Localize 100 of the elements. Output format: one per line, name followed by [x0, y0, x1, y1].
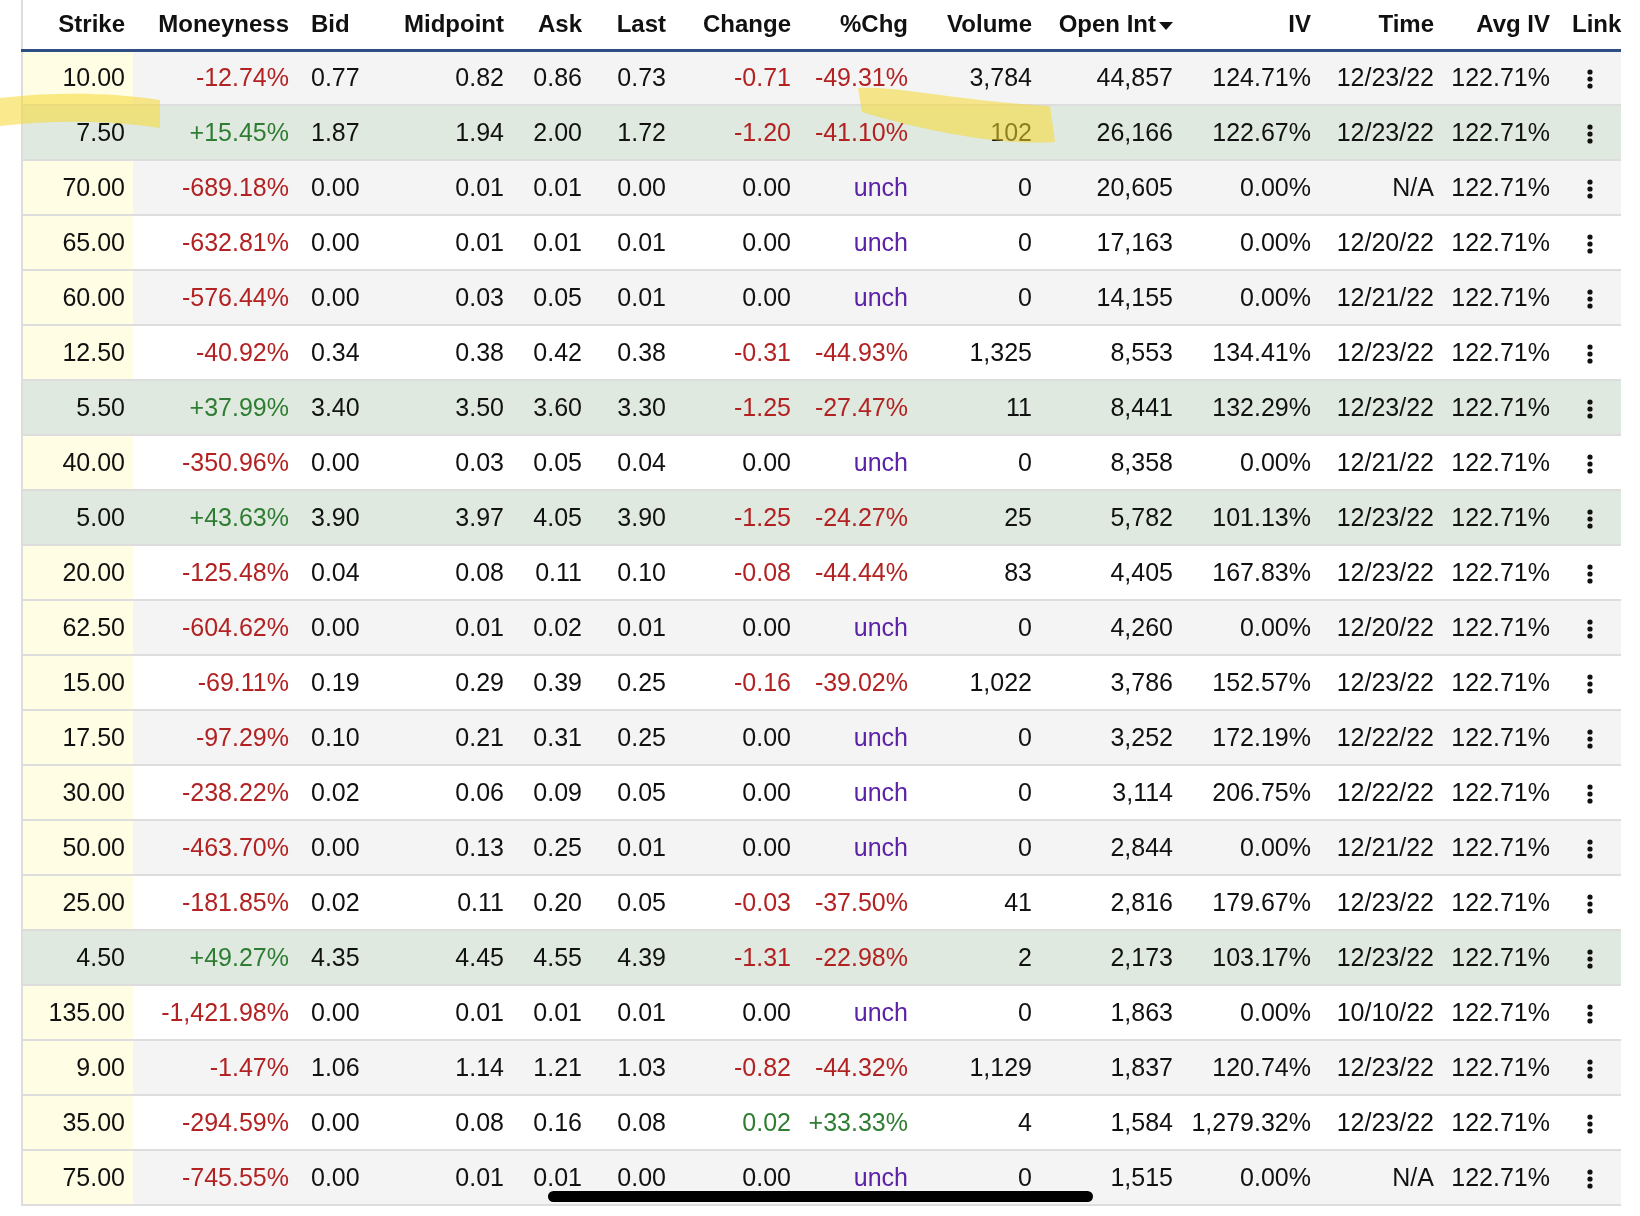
table-cell: 0.01	[617, 997, 666, 1026]
table-cell: 12/23/22	[1336, 117, 1434, 146]
table-cell: -632.81%	[181, 227, 289, 256]
table-cell: 40.00	[62, 447, 125, 476]
table-cell: 12/20/22	[1336, 227, 1434, 256]
table-cell: 0.00	[742, 1162, 791, 1191]
table-cell: 1,584	[1110, 1107, 1173, 1136]
table-cell: -22.98%	[814, 942, 908, 971]
table-cell: 70.00	[62, 172, 125, 201]
table-cell: 10/10/22	[1336, 997, 1434, 1026]
table-cell: 0.00	[311, 997, 360, 1026]
column-header[interactable]: Bid	[311, 10, 350, 38]
table-cell: 0	[1018, 722, 1032, 751]
table-cell: 102	[990, 117, 1032, 146]
table-cell: 3,252	[1110, 722, 1173, 751]
table-cell: 4.39	[617, 942, 666, 971]
table-cell: 2,173	[1110, 942, 1173, 971]
table-cell: -44.93%	[814, 337, 908, 366]
table-cell: 122.71%	[1451, 777, 1550, 806]
table-cell: unch	[853, 282, 908, 311]
column-header[interactable]: Ask	[537, 10, 582, 38]
table-cell: 124.71%	[1212, 63, 1311, 91]
table-cell: 1,279.32%	[1191, 1107, 1311, 1136]
column-header[interactable]: Volume	[947, 10, 1032, 38]
table-cell: 0.00%	[1240, 997, 1311, 1026]
column-header[interactable]: Midpoint	[404, 10, 504, 38]
table-cell: 4,405	[1110, 557, 1173, 586]
column-header[interactable]: Time	[1378, 10, 1434, 38]
table-cell: 0.08	[617, 1107, 666, 1136]
column-header[interactable]: Link	[1572, 10, 1622, 38]
table-cell: unch	[853, 832, 908, 861]
table-cell: 0.11	[535, 557, 582, 586]
table-cell: -0.16	[734, 667, 791, 696]
table-cell: unch	[853, 447, 908, 476]
table-cell: 1.21	[533, 1052, 582, 1081]
table-cell: 122.71%	[1451, 997, 1550, 1026]
table-cell: 65.00	[62, 227, 125, 256]
table-cell: 122.71%	[1451, 1052, 1550, 1081]
column-header[interactable]: Avg IV	[1476, 10, 1550, 38]
column-header[interactable]: Open Int	[1058, 10, 1173, 38]
table-cell: 122.71%	[1451, 557, 1550, 586]
table-cell: 122.71%	[1451, 722, 1550, 751]
table-cell: 12/21/22	[1336, 282, 1434, 311]
table-cell: 0.00	[311, 832, 360, 861]
column-header[interactable]: Strike	[58, 10, 125, 38]
table-cell: 122.71%	[1451, 667, 1550, 696]
column-header[interactable]: IV	[1288, 10, 1311, 38]
table-cell: N/A	[1392, 1162, 1434, 1191]
table-cell: 0.29	[455, 667, 504, 696]
table-cell: 0.01	[533, 1162, 582, 1191]
table-cell: 12/21/22	[1336, 447, 1434, 476]
table-cell: 20.00	[62, 557, 125, 586]
table-cell: -49.31%	[814, 63, 908, 91]
table-cell: unch	[853, 612, 908, 641]
table-cell: 83	[1004, 557, 1032, 586]
column-header[interactable]: %Chg	[840, 10, 908, 38]
table-cell: -37.50%	[814, 887, 908, 916]
table-cell: -69.11%	[197, 667, 289, 696]
table-cell: -97.29%	[195, 722, 289, 751]
table-cell: 0.01	[533, 227, 582, 256]
table-cell: 4.05	[533, 502, 582, 531]
table-cell: 206.75%	[1212, 777, 1311, 806]
sort-caret-icon[interactable]	[1159, 21, 1173, 30]
table-cell: 12/20/22	[1336, 612, 1434, 641]
table-cell: 0.09	[533, 777, 582, 806]
table-cell: 12/23/22	[1336, 887, 1434, 916]
table-cell: 0.01	[617, 612, 666, 641]
table-cell: 0.00	[742, 997, 791, 1026]
table-cell: -576.44%	[181, 282, 289, 311]
table-cell: 0.00	[742, 227, 791, 256]
table-cell: 1,837	[1110, 1052, 1173, 1081]
column-header[interactable]: Last	[616, 10, 666, 38]
table-cell: 1,129	[969, 1052, 1032, 1081]
table-cell: -689.18%	[181, 172, 289, 201]
table-cell: 3.90	[617, 502, 666, 531]
table-cell: -181.85%	[181, 887, 289, 916]
table-cell: 122.71%	[1451, 172, 1550, 201]
table-cell: 0.05	[533, 447, 582, 476]
table-cell: -12.74%	[195, 63, 289, 91]
table-cell: 1,863	[1110, 997, 1173, 1026]
table-cell: 75.00	[62, 1162, 125, 1191]
table-cell: 0.00	[742, 172, 791, 201]
table-cell: +49.27%	[189, 942, 289, 971]
table-cell: -1.25	[734, 502, 791, 531]
table-cell: 0.04	[311, 557, 360, 586]
column-header[interactable]: Moneyness	[158, 10, 289, 38]
table-cell: -44.32%	[814, 1052, 908, 1081]
table-cell: 0.00%	[1240, 172, 1311, 201]
table-cell: 0.00%	[1240, 832, 1311, 861]
table-cell: 1,325	[969, 337, 1032, 366]
table-cell: 0.73	[617, 63, 666, 91]
column-header[interactable]: Change	[703, 10, 791, 38]
table-cell: 0.00%	[1240, 612, 1311, 641]
table-cell: 122.71%	[1451, 502, 1550, 531]
table-cell: +43.63%	[189, 502, 289, 531]
table-cell: 17.50	[62, 722, 125, 751]
table-cell: 12/23/22	[1336, 337, 1434, 366]
table-cell: 11	[1006, 392, 1032, 421]
table-cell: 0.34	[311, 337, 360, 366]
table-cell: 103.17%	[1212, 942, 1311, 971]
